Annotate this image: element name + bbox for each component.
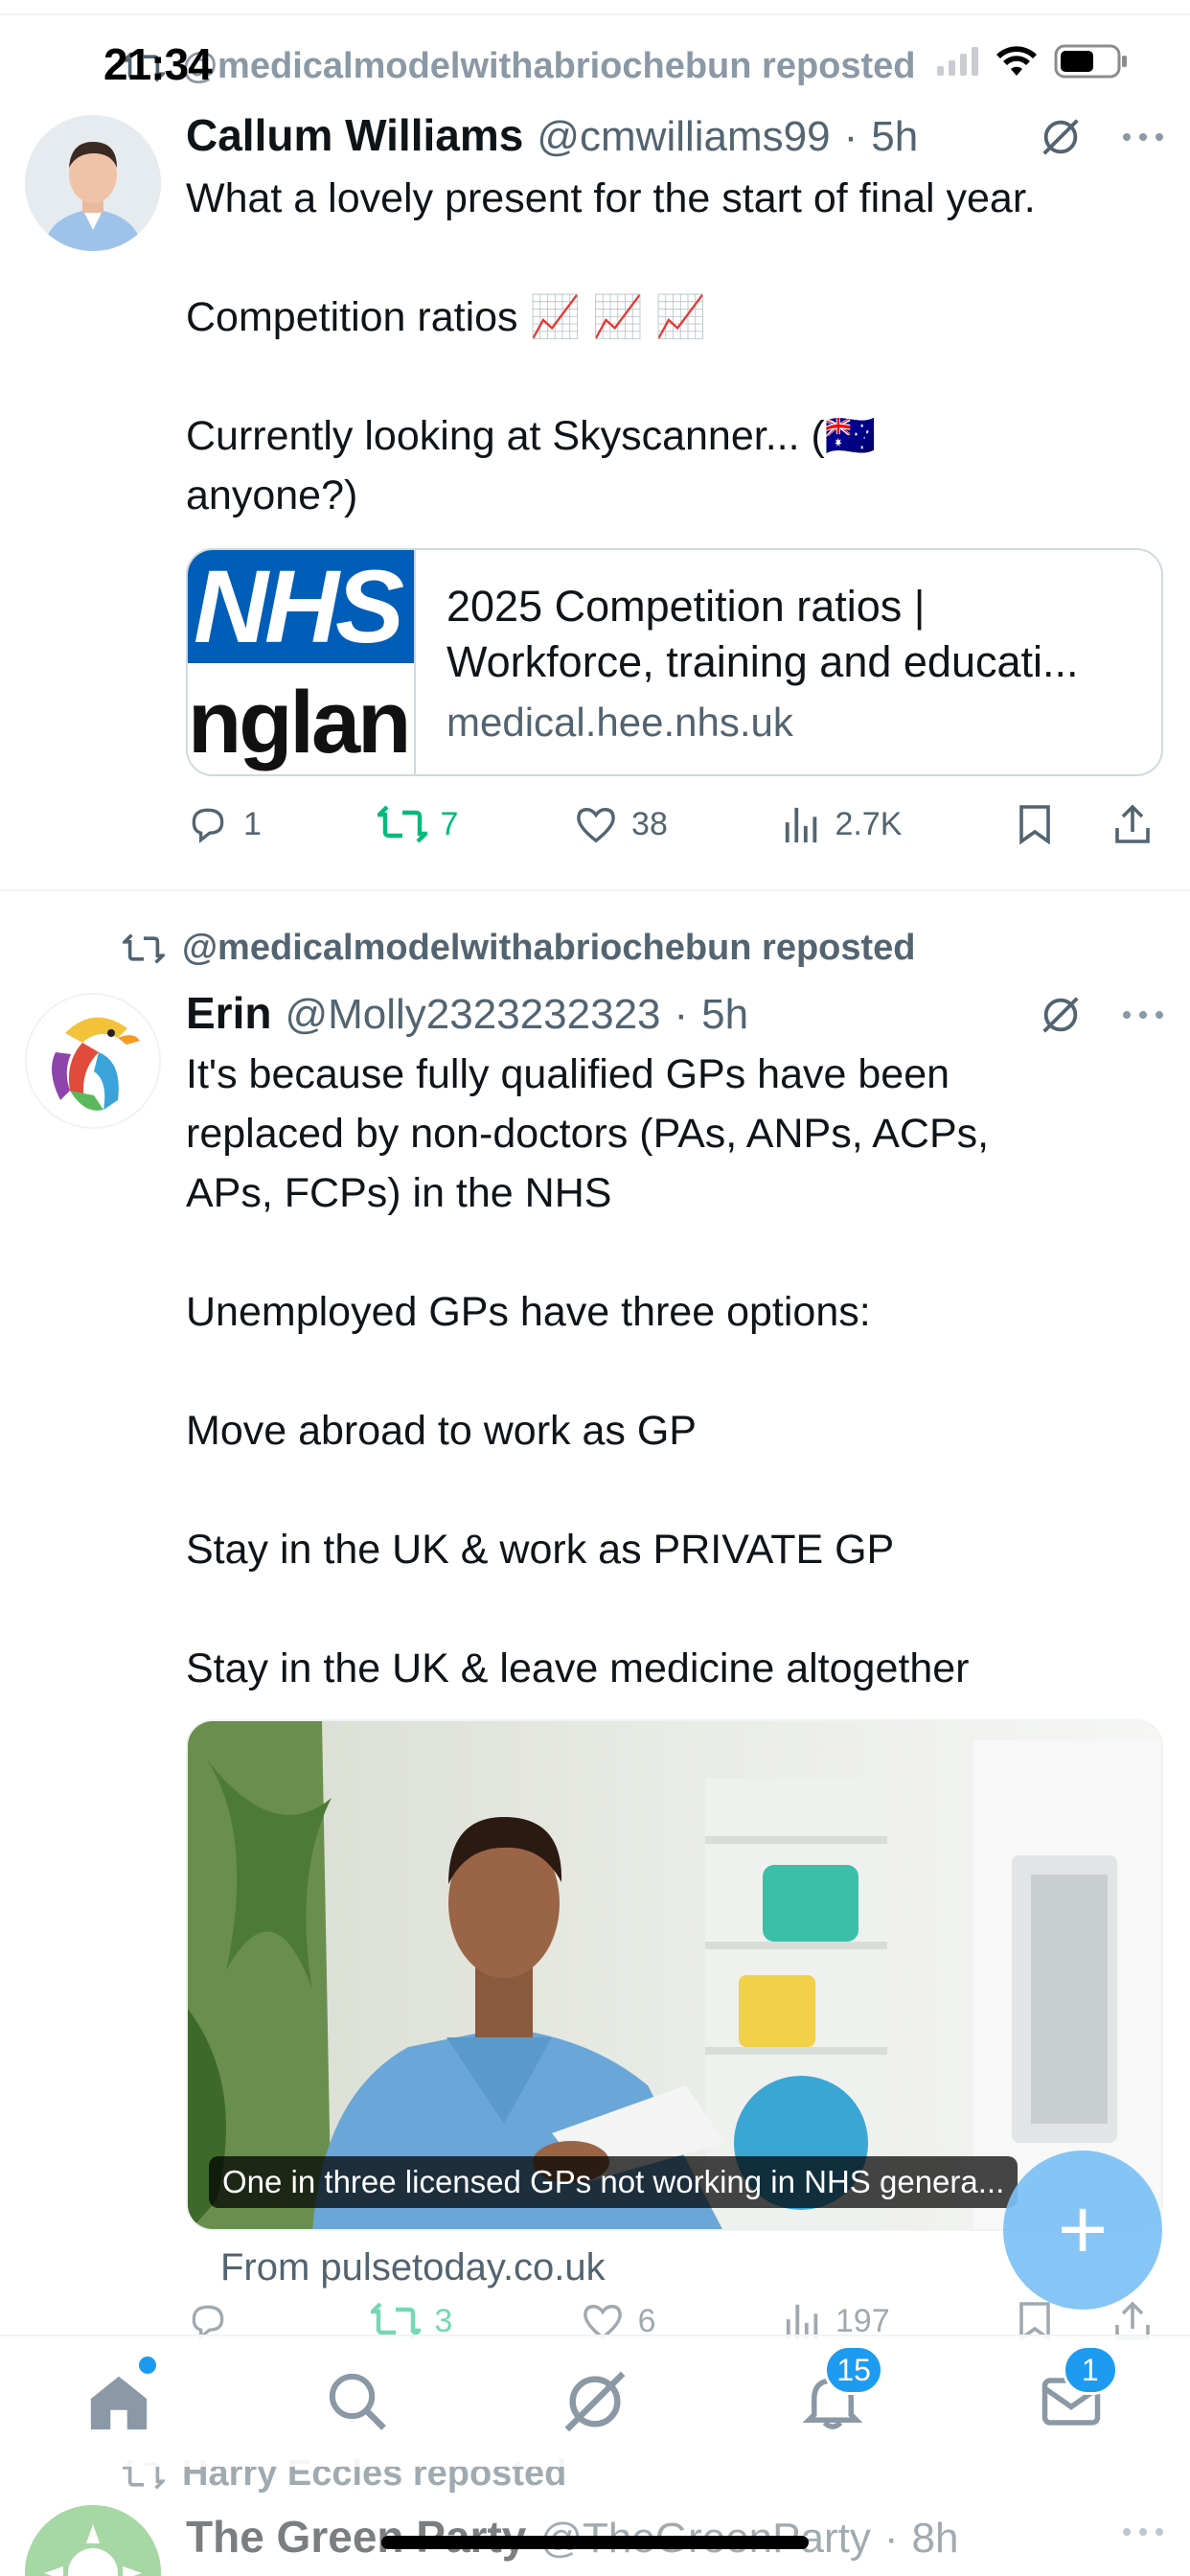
- tweet-header-actions: [1121, 2522, 1165, 2542]
- tweet-text: It's because fully qualified GPs have be…: [186, 1045, 1163, 1698]
- tweet-line-blank: [186, 1460, 1163, 1520]
- tab-grok[interactable]: [552, 2358, 638, 2445]
- tweet-line: What a lovely present for the start of f…: [186, 175, 1036, 221]
- notifications-badge: 15: [824, 2345, 883, 2395]
- tweet-line-blank: [186, 347, 1163, 406]
- separator-dot: ·: [883, 2515, 899, 2562]
- tweet-actions: 1 7 38 2.7K: [186, 803, 1154, 845]
- tab-search[interactable]: [314, 2358, 400, 2445]
- avatar[interactable]: [25, 993, 161, 1129]
- tweet-line: Competition ratios 📈 📈 📈: [186, 294, 707, 340]
- tweet-line: Move abroad to work as GP: [186, 1408, 697, 1454]
- tweet-line: Stay in the UK & leave medicine altogeth…: [186, 1645, 970, 1691]
- avatar-photo: [25, 115, 161, 251]
- article-photo: [188, 1721, 1161, 2229]
- retweet-count: 7: [440, 805, 459, 842]
- author-handle[interactable]: @cmwilliams99: [537, 113, 830, 161]
- reply-count: 1: [243, 805, 262, 842]
- tweet-text: What a lovely present for the start of f…: [186, 169, 1163, 525]
- views-icon: [786, 807, 817, 843]
- retweet-icon: [377, 805, 427, 843]
- author-handle[interactable]: @Molly2323232323: [285, 991, 660, 1039]
- tweet-line: It's because fully qualified GPs have be…: [186, 1051, 950, 1097]
- like-icon: [577, 808, 615, 843]
- more-icon[interactable]: [1121, 127, 1165, 147]
- avatar[interactable]: [25, 2505, 161, 2576]
- repost-context-text: @medicalmodelwithabriochebun reposted: [182, 46, 916, 86]
- messages-badge: 1: [1062, 2345, 1118, 2395]
- avatar-eagle: [27, 995, 159, 1127]
- tweet-line: Currently looking at Skyscanner... (🇦🇺: [186, 413, 877, 459]
- search-icon: [329, 2373, 386, 2430]
- tweet-header: Erin @Molly2323232323 · 5h: [186, 987, 748, 1039]
- tab-messages[interactable]: 1: [1028, 2345, 1118, 2445]
- nhs-logo: NHS: [188, 550, 414, 663]
- tweet-header: Callum Williams @cmwilliams99 · 5h: [186, 109, 918, 161]
- bookmark-icon[interactable]: [1018, 803, 1052, 845]
- link-card-domain: medical.hee.nhs.uk: [446, 700, 793, 745]
- tweet-time: 5h: [871, 113, 919, 160]
- bottom-tab-bar: 15 1: [0, 2334, 1190, 2467]
- repost-icon: [123, 932, 165, 964]
- tweet-header-actions: [1039, 993, 1165, 1037]
- tweet-time: 8h: [911, 2515, 959, 2562]
- media-source[interactable]: From pulsetoday.co.uk: [220, 2246, 606, 2289]
- repost-context: @medicalmodelwithabriochebun reposted: [123, 928, 916, 969]
- share-icon[interactable]: [1111, 803, 1154, 845]
- tweet-time: 5h: [701, 991, 749, 1038]
- tab-home[interactable]: [76, 2357, 162, 2445]
- grok-icon[interactable]: [1039, 993, 1083, 1037]
- tweet-line: anyone?): [186, 472, 358, 518]
- like-button[interactable]: 38: [574, 804, 668, 844]
- compose-plus-icon: +: [1057, 2182, 1109, 2278]
- home-indicator: [381, 2536, 809, 2549]
- tweet-line: Unemployed GPs have three options:: [186, 1289, 871, 1335]
- link-card-info: 2025 Competition ratios | Workforce, tra…: [416, 550, 1110, 774]
- like-count: 38: [631, 805, 668, 842]
- author-name[interactable]: Callum Williams: [186, 109, 523, 161]
- media-caption: One in three licensed GPs not working in…: [209, 2156, 1018, 2208]
- author-name[interactable]: Erin: [186, 987, 271, 1039]
- tweet-line: replaced by non-doctors (PAs, ANPs, ACPs…: [186, 1111, 990, 1157]
- separator-dot: ·: [843, 113, 858, 160]
- tweet-line: Stay in the UK & work as PRIVATE GP: [186, 1527, 895, 1573]
- home-new-dot: [139, 2357, 157, 2374]
- tweet-line-blank: [186, 1342, 1163, 1401]
- more-icon[interactable]: [1121, 1005, 1165, 1024]
- link-card-title-2: Workforce, training and educati...: [446, 637, 1079, 686]
- tweet-line: APs, FCPs) in the NHS: [186, 1170, 612, 1216]
- link-card-title-1: 2025 Competition ratios |: [446, 582, 926, 631]
- tweet-erin[interactable]: @medicalmodelwithabriochebun reposted Er…: [0, 891, 1190, 2358]
- tweet-header-actions: [1039, 115, 1165, 159]
- repost-context: @medicalmodelwithabriochebun reposted: [123, 46, 916, 87]
- nhs-logo-sub: nglan: [188, 674, 411, 771]
- tweet-callum-williams[interactable]: @medicalmodelwithabriochebun reposted Ca…: [0, 0, 1190, 889]
- avatar[interactable]: [25, 115, 161, 251]
- separator-dot: ·: [674, 991, 689, 1038]
- tweet-green-party[interactable]: Harry Eccles reposted The Green Party @T…: [0, 2453, 1190, 2576]
- grok-icon: [564, 2371, 626, 2432]
- views-button[interactable]: 2.7K: [783, 804, 902, 844]
- tweet-line-blank: [186, 1579, 1163, 1639]
- tweet-line-blank: [186, 1223, 1163, 1282]
- views-count: 2.7K: [835, 805, 903, 842]
- reply-icon: [192, 808, 224, 843]
- home-icon: [91, 2376, 148, 2430]
- grok-icon[interactable]: [1039, 115, 1083, 159]
- reply-button[interactable]: 1: [186, 803, 262, 845]
- repost-context-text: @medicalmodelwithabriochebun reposted: [182, 928, 916, 968]
- retweet-button[interactable]: 7: [377, 803, 459, 845]
- compose-button[interactable]: +: [1003, 2150, 1162, 2310]
- avatar-green-party: [25, 2505, 161, 2576]
- repost-icon: [123, 51, 165, 82]
- more-icon[interactable]: [1121, 2522, 1165, 2542]
- link-card-thumbnail: NHS nglan: [188, 550, 416, 774]
- tweet-line-blank: [186, 228, 1163, 288]
- link-card[interactable]: NHS nglan 2025 Competition ratios | Work…: [186, 548, 1163, 776]
- tab-notifications[interactable]: 15: [790, 2345, 883, 2445]
- tweet-actions-right: [1018, 803, 1154, 845]
- media-image[interactable]: One in three licensed GPs not working in…: [186, 1719, 1163, 2231]
